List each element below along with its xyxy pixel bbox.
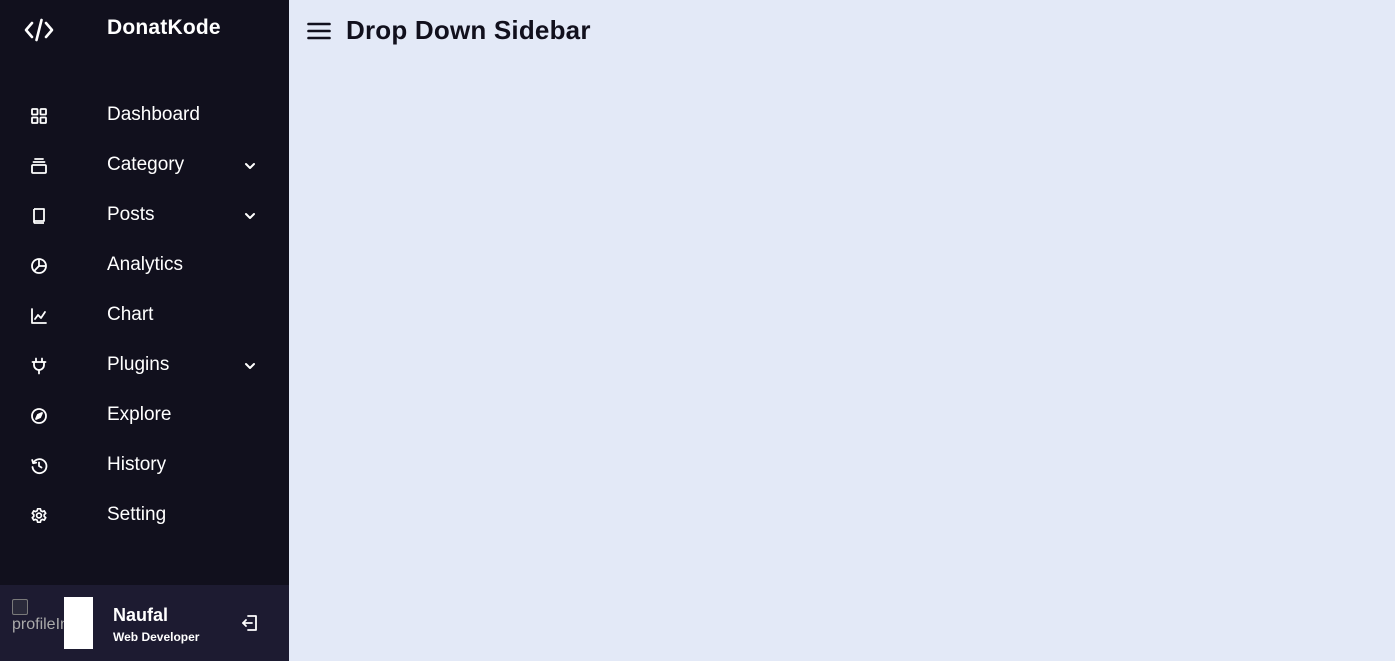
sidebar: DonatKode Dashboard Category Posts Analy… xyxy=(0,0,289,661)
sidebar-item-label: History xyxy=(107,454,167,475)
profile-name: Naufal xyxy=(113,605,169,625)
gear-icon xyxy=(28,505,50,527)
sidebar-item-setting[interactable]: Setting xyxy=(0,490,289,540)
chevron-down-icon[interactable] xyxy=(240,157,260,175)
brand-name: DonatKode xyxy=(107,16,221,39)
history-icon xyxy=(28,455,50,477)
sidebar-item-label: Dashboard xyxy=(107,104,200,125)
collection-icon xyxy=(28,155,50,177)
profile-job: Web Developer xyxy=(113,630,200,644)
avatar: profileImg xyxy=(10,597,64,649)
chevron-down-icon[interactable] xyxy=(240,207,260,225)
logo: DonatKode xyxy=(0,0,289,60)
book-icon xyxy=(28,205,50,227)
sidebar-item-analytics[interactable]: Analytics xyxy=(0,240,289,290)
sidebar-item-category[interactable]: Category xyxy=(0,140,289,190)
sidebar-item-label: Chart xyxy=(107,304,154,325)
compass-icon xyxy=(28,405,50,427)
grid-icon xyxy=(28,105,50,127)
profile-section: profileImg Naufal Web Developer xyxy=(0,585,289,661)
sidebar-item-label: Category xyxy=(107,154,185,175)
sidebar-item-explore[interactable]: Explore xyxy=(0,390,289,440)
pie-chart-icon xyxy=(28,255,50,277)
sidebar-item-posts[interactable]: Posts xyxy=(0,190,289,240)
sidebar-item-label: Plugins xyxy=(107,354,170,375)
plug-icon xyxy=(28,355,50,377)
hamburger-menu-icon[interactable] xyxy=(306,19,332,43)
sidebar-item-label: Explore xyxy=(107,404,172,425)
sidebar-item-history[interactable]: History xyxy=(0,440,289,490)
broken-image-icon xyxy=(12,599,28,615)
sidebar-item-dashboard[interactable]: Dashboard xyxy=(0,90,289,140)
sidebar-item-chart[interactable]: Chart xyxy=(0,290,289,340)
sidebar-item-label: Analytics xyxy=(107,254,184,275)
sidebar-nav: Dashboard Category Posts Analytics Chart… xyxy=(0,90,289,540)
avatar-alt-text: profileImg xyxy=(12,616,64,633)
line-chart-icon xyxy=(28,305,50,327)
chevron-down-icon[interactable] xyxy=(240,357,260,375)
sidebar-item-plugins[interactable]: Plugins xyxy=(0,340,289,390)
sidebar-item-label: Setting xyxy=(107,504,167,525)
code-icon xyxy=(22,14,56,46)
page-header: Drop Down Sidebar xyxy=(289,0,1395,62)
logout-icon[interactable] xyxy=(239,612,261,634)
avatar-frame xyxy=(64,597,93,649)
page-title: Drop Down Sidebar xyxy=(346,15,591,45)
sidebar-item-label: Posts xyxy=(107,204,155,225)
